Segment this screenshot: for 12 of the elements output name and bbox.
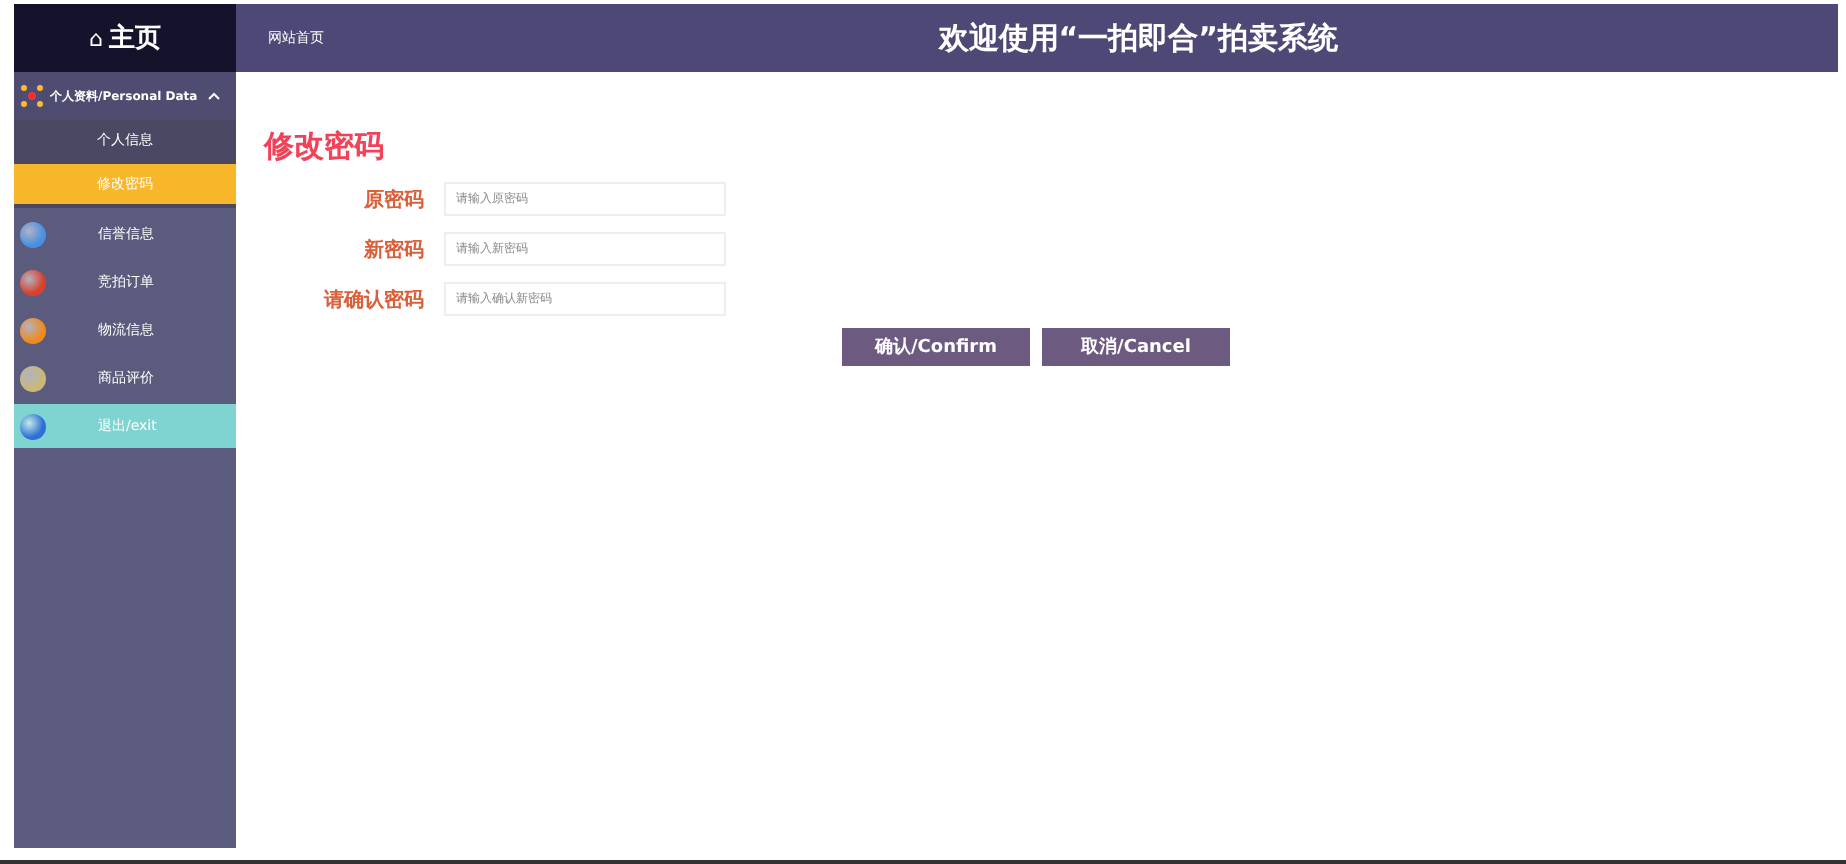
form-title: 修改密码 bbox=[264, 128, 386, 166]
cancel-button[interactable]: 取消/Cancel bbox=[1042, 328, 1230, 366]
molecule-icon bbox=[20, 84, 44, 108]
home-label: 主页 bbox=[108, 21, 161, 56]
confirm-button[interactable]: 确认/Confirm bbox=[842, 328, 1030, 366]
home-icon: ⌂ bbox=[89, 25, 103, 51]
field-label: 请确认密码 bbox=[321, 287, 424, 313]
field-label: 新密码 bbox=[362, 236, 424, 263]
caret-icon bbox=[207, 92, 220, 100]
field-label: 原密码 bbox=[362, 187, 424, 213]
page-title: 欢迎使用“一拍即合”拍卖系统 bbox=[938, 19, 1338, 57]
home-header[interactable]: ⌂ 主页 bbox=[14, 4, 236, 72]
